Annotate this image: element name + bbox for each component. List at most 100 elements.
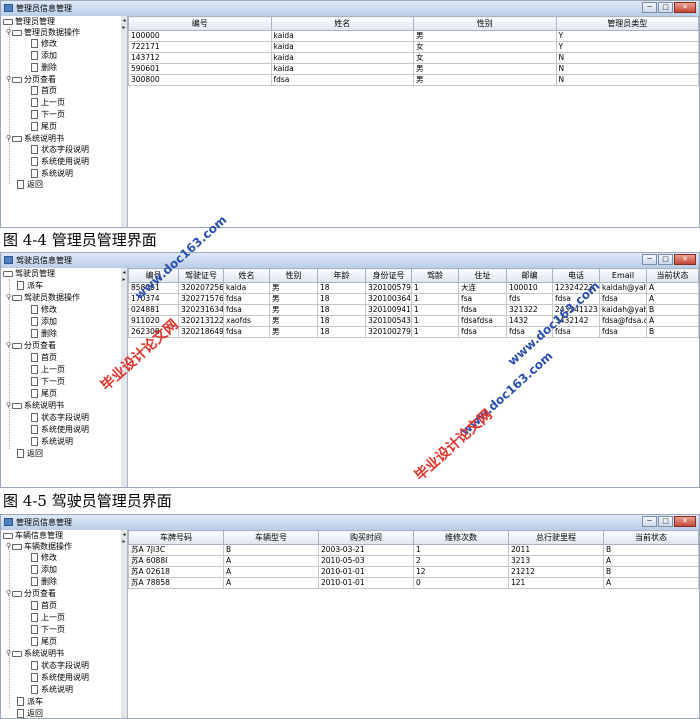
table-cell[interactable]: 男 <box>269 293 318 305</box>
column-header[interactable]: 管理员类型 <box>555 16 699 31</box>
tree-item-edit[interactable]: 修改 <box>31 552 57 563</box>
table-cell[interactable]: fdsa <box>599 293 647 305</box>
table-cell[interactable]: 2 <box>413 555 509 567</box>
table-cell[interactable]: kaida <box>270 52 414 64</box>
column-header[interactable]: 住址 <box>458 268 507 283</box>
table-cell[interactable]: fdsa <box>506 326 553 338</box>
table-row[interactable]: 911020320213122...xaofds男18320100543...1… <box>128 315 699 327</box>
column-header[interactable]: 邮编 <box>506 268 553 283</box>
expand-icon[interactable]: ⚲ <box>5 292 12 303</box>
table-cell[interactable]: 1 <box>411 315 459 327</box>
table-cell[interactable]: 3213 <box>508 555 604 567</box>
tree-node-paging[interactable]: ⚲ 分页查看 <box>5 74 56 85</box>
tree-item-system-info[interactable]: 系统说明 <box>31 168 73 179</box>
table-cell[interactable]: kaida <box>223 282 270 294</box>
table-cell[interactable]: 2010-05-03 <box>318 555 414 567</box>
table-cell[interactable]: 苏A 78858 <box>128 577 224 589</box>
column-header[interactable]: 编号 <box>128 16 272 31</box>
column-header[interactable]: Email <box>599 268 647 283</box>
tree-item-delete[interactable]: 删除 <box>31 576 57 587</box>
tree-root[interactable]: 管理员管理 <box>3 16 55 27</box>
table-cell[interactable]: 320100941... <box>365 304 412 316</box>
table-cell[interactable]: fdsa <box>458 326 507 338</box>
expand-icon[interactable]: ⚲ <box>5 541 12 552</box>
table-cell[interactable]: 3432142 <box>552 315 600 327</box>
table-cell[interactable]: 1 <box>411 304 459 316</box>
table-cell[interactable]: Y <box>555 30 699 42</box>
table-cell[interactable]: N <box>555 63 699 75</box>
minimize-button[interactable]: ─ <box>642 254 657 265</box>
table-row[interactable]: 100000 kaida 男 Y <box>128 30 699 42</box>
tree-item-first-page[interactable]: 首页 <box>31 352 57 363</box>
table-row[interactable]: 苏A 7Jl3C B 2003-03-21 1 2011 B <box>128 544 699 556</box>
table-row[interactable]: 300800 fdsa 男 N <box>128 74 699 86</box>
table-cell[interactable]: B <box>223 544 319 556</box>
table-row[interactable]: 143712 kaida 女 N <box>128 52 699 64</box>
table-cell[interactable]: 18 <box>317 293 366 305</box>
tree-item-first-page[interactable]: 首页 <box>31 600 57 611</box>
table-cell[interactable]: N <box>555 52 699 64</box>
table-cell[interactable]: 苏A 6088I <box>128 555 224 567</box>
close-button[interactable]: ✕ <box>674 516 696 527</box>
table-cell[interactable]: N <box>555 74 699 86</box>
maximize-button[interactable]: □ <box>658 2 673 13</box>
tree-item-dispatch[interactable]: 派车 <box>17 696 43 707</box>
table-cell[interactable]: fds <box>506 293 553 305</box>
table-cell[interactable]: 12324223 <box>552 282 600 294</box>
table-cell[interactable]: A <box>646 315 699 327</box>
table-cell[interactable]: 1 <box>411 326 459 338</box>
table-row[interactable]: 722171 kaida 女 Y <box>128 41 699 53</box>
tree-item-add[interactable]: 添加 <box>31 564 57 575</box>
column-header[interactable]: 驾驶证号 <box>178 268 224 283</box>
table-row[interactable]: 苏A 78858 A 2010-01-01 0 121 A <box>128 577 699 589</box>
tree-node-manual[interactable]: ⚲ 系统说明书 <box>5 133 64 144</box>
table-cell[interactable]: 100000 <box>128 30 272 42</box>
table-cell[interactable]: Y <box>555 41 699 53</box>
minimize-button[interactable]: ─ <box>642 2 657 13</box>
tree-item-usage[interactable]: 系统使用说明 <box>31 156 89 167</box>
table-cell[interactable]: fdsa@fdsa.co... <box>599 315 647 327</box>
table-row[interactable]: 590601 kaida 男 N <box>128 63 699 75</box>
column-header[interactable]: 当前状态 <box>603 530 699 545</box>
tree-item-back[interactable]: 返回 <box>17 179 43 190</box>
table-cell[interactable]: 170374 <box>128 293 179 305</box>
table-cell[interactable]: 1 <box>411 282 459 294</box>
close-button[interactable]: ✕ <box>674 254 696 265</box>
table-cell[interactable]: A <box>646 282 699 294</box>
table-cell[interactable]: fdsafdsa <box>458 315 507 327</box>
table-cell[interactable]: fdsa <box>223 304 270 316</box>
maximize-button[interactable]: □ <box>658 254 673 265</box>
minimize-button[interactable]: ─ <box>642 516 657 527</box>
table-cell[interactable]: 121 <box>508 577 604 589</box>
table-cell[interactable]: 18 <box>317 326 366 338</box>
table-cell[interactable]: A <box>223 577 319 589</box>
column-header[interactable]: 姓名 <box>270 16 414 31</box>
table-cell[interactable]: 女 <box>413 52 557 64</box>
column-header[interactable]: 年龄 <box>317 268 366 283</box>
column-header[interactable]: 电话 <box>552 268 600 283</box>
column-header[interactable]: 驾龄 <box>411 268 459 283</box>
table-cell[interactable]: fdsa <box>552 326 600 338</box>
table-cell[interactable]: fsa <box>458 293 507 305</box>
table-cell[interactable]: 320231634... <box>178 304 224 316</box>
table-row[interactable]: 024881320231634...fdsa男18320100941...1fd… <box>128 304 699 316</box>
tree-item-status-fields[interactable]: 状态字段说明 <box>31 144 89 155</box>
table-cell[interactable]: A <box>603 555 699 567</box>
tree-item-last-page[interactable]: 尾页 <box>31 636 57 647</box>
table-cell[interactable]: 262308 <box>128 326 179 338</box>
tree-node-data-ops[interactable]: ⚲ 车辆数据操作 <box>5 541 72 552</box>
table-cell[interactable]: 男 <box>269 282 318 294</box>
table-cell[interactable]: 320100279... <box>365 326 412 338</box>
table-cell[interactable]: 21212 <box>508 566 604 578</box>
tree-root[interactable]: 驾驶员管理 <box>3 268 55 279</box>
expand-icon[interactable]: ⚲ <box>5 588 12 599</box>
tree-item-status-fields[interactable]: 状态字段说明 <box>31 660 89 671</box>
collapse-right-icon[interactable]: ▸ <box>121 25 127 31</box>
table-cell[interactable]: 18 <box>317 282 366 294</box>
table-cell[interactable]: fdsa <box>458 304 507 316</box>
table-cell[interactable]: 12 <box>413 566 509 578</box>
table-cell[interactable]: 2010-01-01 <box>318 577 414 589</box>
table-cell[interactable]: 大连 <box>458 282 507 294</box>
expand-icon[interactable]: ⚲ <box>5 400 12 411</box>
column-header[interactable]: 购买时间 <box>318 530 414 545</box>
